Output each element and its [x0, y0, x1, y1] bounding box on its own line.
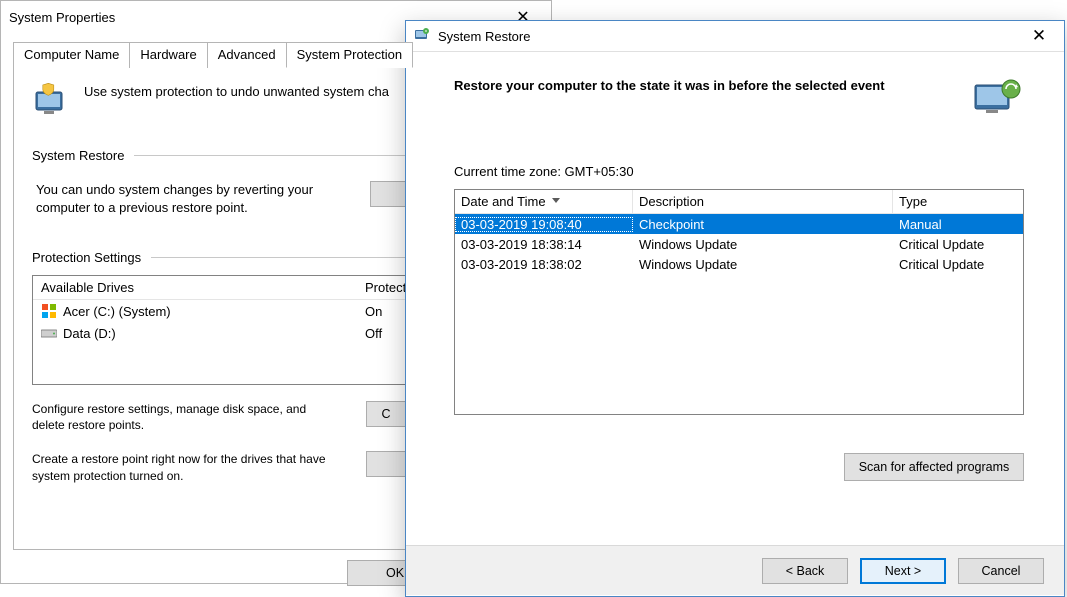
- restore-point-row[interactable]: 03-03-2019 19:08:40CheckpointManual: [455, 214, 1023, 234]
- rp-type: Critical Update: [893, 257, 1023, 272]
- drives-table[interactable]: Available Drives Protection Acer (C:) (S…: [32, 275, 464, 385]
- col-date-time[interactable]: Date and Time: [455, 190, 633, 213]
- rp-description: Checkpoint: [633, 217, 893, 232]
- drive-row[interactable]: Acer (C:) (System) On: [33, 300, 463, 322]
- timezone-label: Current time zone: GMT+05:30: [454, 164, 1024, 179]
- restore-point-row[interactable]: 03-03-2019 18:38:14Windows UpdateCritica…: [455, 234, 1023, 254]
- drive-row[interactable]: Data (D:) Off: [33, 322, 463, 344]
- restore-heading: Restore your computer to the state it wa…: [454, 76, 972, 93]
- shield-monitor-icon: [32, 82, 72, 122]
- col-description[interactable]: Description: [633, 190, 893, 213]
- system-restore-dialog: System Restore ✕ Restore your computer t…: [405, 20, 1065, 597]
- rp-date: 03-03-2019 19:08:40: [455, 217, 633, 232]
- rp-date: 03-03-2019 18:38:02: [455, 257, 633, 272]
- configure-button[interactable]: C: [366, 401, 406, 427]
- back-button[interactable]: < Back: [762, 558, 848, 584]
- rp-description: Windows Update: [633, 257, 893, 272]
- intro-text: Use system protection to undo unwanted s…: [84, 82, 389, 99]
- group-protection-settings-label: Protection Settings: [32, 250, 141, 265]
- rp-type: Manual: [893, 217, 1023, 232]
- restore-points-table[interactable]: Date and Time Description Type 03-03-201…: [454, 189, 1024, 415]
- tab-system-protection[interactable]: System Protection: [286, 42, 414, 68]
- rp-date: 03-03-2019 18:38:14: [455, 237, 633, 252]
- restore-cancel-button[interactable]: Cancel: [958, 558, 1044, 584]
- drive-name: Data (D:): [63, 326, 116, 341]
- tab-hardware[interactable]: Hardware: [129, 42, 207, 68]
- restore-title: System Restore: [438, 29, 1010, 44]
- group-system-restore-label: System Restore: [32, 148, 124, 163]
- rp-type: Critical Update: [893, 237, 1023, 252]
- col-available-drives[interactable]: Available Drives: [41, 280, 365, 295]
- next-button[interactable]: Next >: [860, 558, 946, 584]
- col-type[interactable]: Type: [893, 190, 1023, 213]
- restore-monitor-globe-icon: [972, 76, 1024, 120]
- scan-affected-programs-button[interactable]: Scan for affected programs: [844, 453, 1024, 481]
- tab-advanced[interactable]: Advanced: [207, 42, 287, 68]
- rp-description: Windows Update: [633, 237, 893, 252]
- system-restore-description: You can undo system changes by reverting…: [36, 181, 346, 216]
- configure-description: Configure restore settings, manage disk …: [32, 401, 342, 433]
- windows-drive-icon: [41, 303, 57, 319]
- restore-point-row[interactable]: 03-03-2019 18:38:02Windows UpdateCritica…: [455, 254, 1023, 274]
- restore-titlebar[interactable]: System Restore ✕: [406, 21, 1064, 51]
- create-restore-point-button[interactable]: [366, 451, 406, 477]
- hdd-drive-icon: [41, 325, 57, 341]
- restore-footer: < Back Next > Cancel: [406, 545, 1064, 595]
- create-restore-point-description: Create a restore point right now for the…: [32, 451, 342, 483]
- close-icon: ✕: [1032, 26, 1046, 46]
- restore-title-icon: [414, 27, 430, 46]
- tab-computer-name[interactable]: Computer Name: [13, 42, 130, 68]
- restore-close-button[interactable]: ✕: [1018, 23, 1060, 49]
- drive-name: Acer (C:) (System): [63, 304, 171, 319]
